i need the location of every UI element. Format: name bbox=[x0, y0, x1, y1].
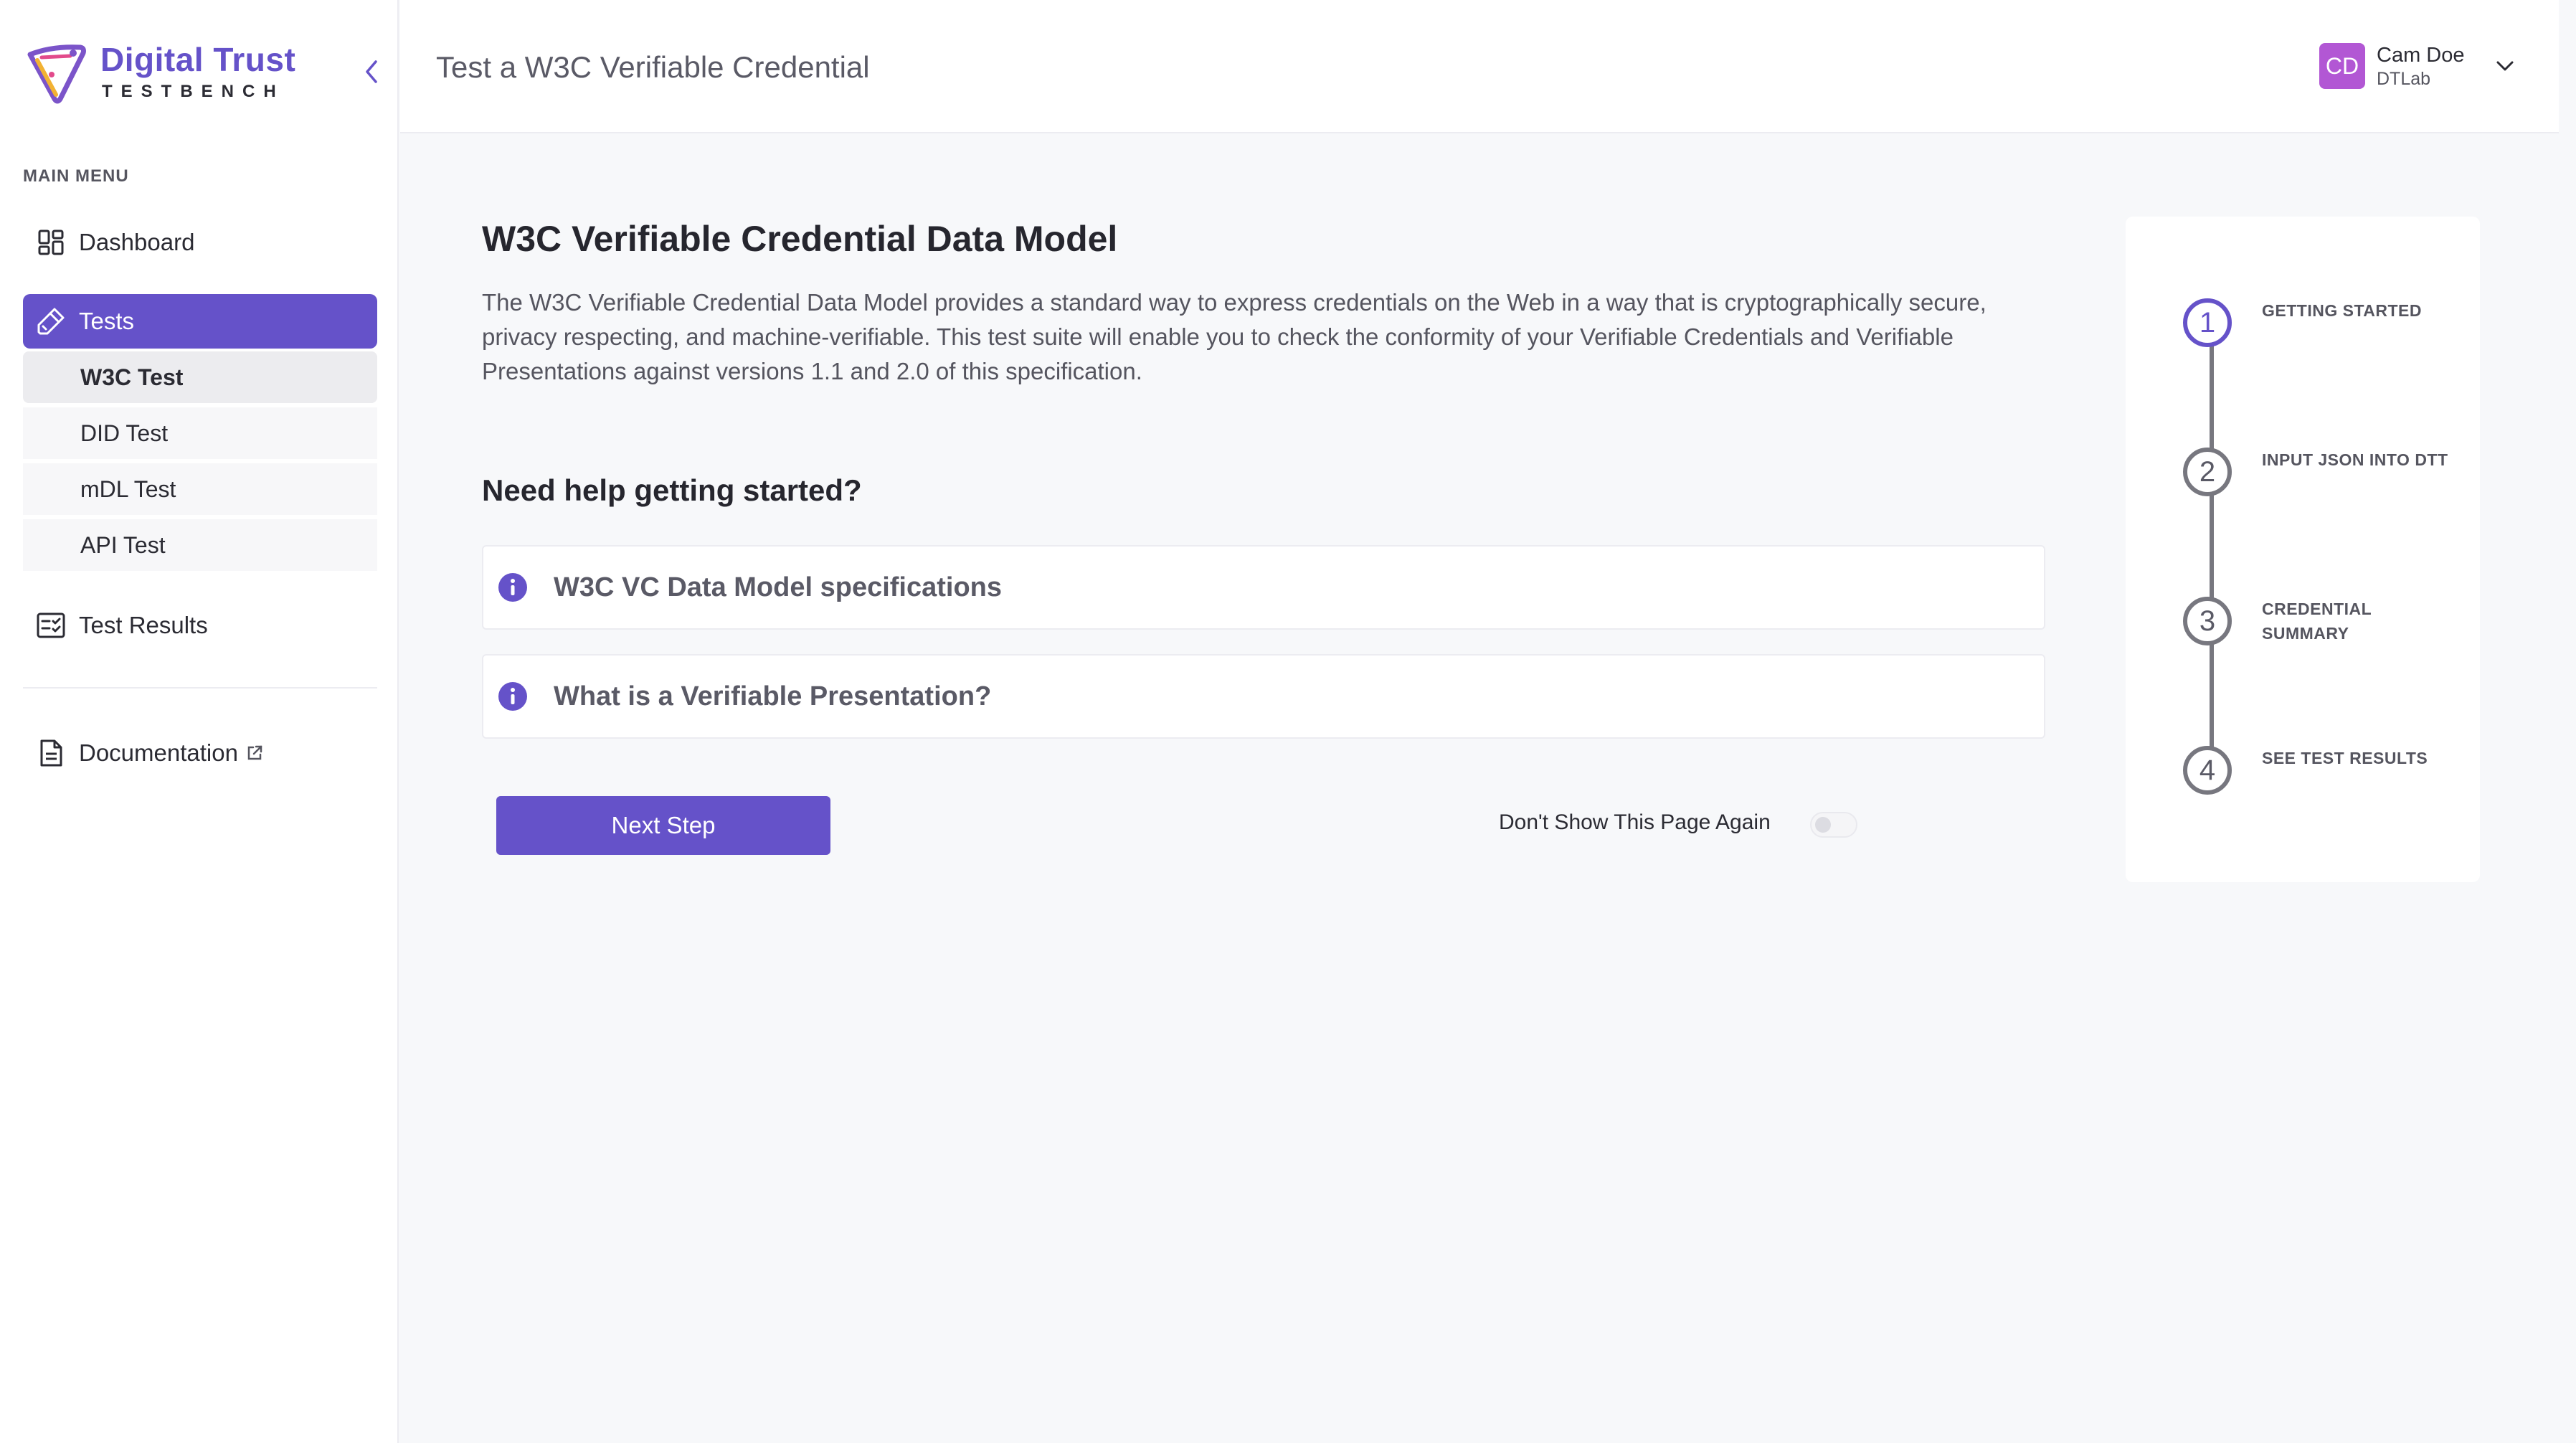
step-4-circle[interactable]: 4 bbox=[2183, 746, 2232, 795]
accordion-w3c-specs[interactable]: W3C VC Data Model specifications bbox=[482, 545, 2045, 630]
sidebar-item-documentation[interactable]: Documentation bbox=[23, 726, 377, 780]
accordion-title: What is a Verifiable Presentation? bbox=[554, 681, 992, 711]
sidebar-subitem-did-test[interactable]: DID Test bbox=[23, 407, 377, 459]
info-icon bbox=[498, 572, 528, 602]
step-2-circle[interactable]: 2 bbox=[2183, 448, 2232, 496]
accordion-title: W3C VC Data Model specifications bbox=[554, 572, 1003, 602]
document-icon bbox=[36, 738, 66, 768]
sidebar-subitem-label: DID Test bbox=[80, 420, 169, 446]
accordion-verifiable-presentation[interactable]: What is a Verifiable Presentation? bbox=[482, 654, 2045, 739]
page-title: Test a W3C Verifiable Credential bbox=[436, 50, 870, 84]
step-1-circle[interactable]: 1 bbox=[2183, 298, 2232, 347]
sidebar-subitem-mdl-test[interactable]: mDL Test bbox=[23, 463, 377, 515]
sidebar-item-label: Dashboard bbox=[79, 229, 195, 255]
chevron-left-icon bbox=[366, 60, 377, 83]
sidebar-item-label: Test Results bbox=[79, 612, 208, 638]
sidebar-subitem-label: W3C Test bbox=[80, 364, 184, 390]
user-org: DTLab bbox=[2377, 69, 2431, 89]
avatar: CD bbox=[2319, 43, 2365, 89]
sidebar-item-test-results[interactable]: Test Results bbox=[23, 598, 377, 653]
step-3-label: CREDENTIAL SUMMARY bbox=[2262, 600, 2372, 643]
sidebar-item-label: Tests bbox=[79, 308, 135, 334]
sidebar: Digital Trust TESTBENCH MAIN MENU Dashbo… bbox=[0, 0, 399, 1443]
main-menu-label: MAIN MENU bbox=[23, 166, 129, 186]
sidebar-subitem-w3c-test[interactable]: W3C Test bbox=[23, 351, 377, 403]
brand-logo[interactable]: Digital Trust TESTBENCH bbox=[23, 37, 295, 109]
sidebar-subitem-label: API Test bbox=[80, 531, 166, 558]
step-3-circle[interactable]: 3 bbox=[2183, 597, 2232, 645]
help-heading: Need help getting started? bbox=[482, 473, 862, 507]
external-link-icon bbox=[245, 744, 264, 762]
progress-stepper: 1 GETTING STARTED 2 INPUT JSON INTO DTT … bbox=[2126, 217, 2480, 882]
main-heading: W3C Verifiable Credential Data Model bbox=[482, 219, 1118, 259]
toggle-knob bbox=[1815, 817, 1831, 833]
next-step-button[interactable]: Next Step bbox=[496, 796, 830, 855]
user-info: Cam Doe DTLab bbox=[2377, 42, 2465, 90]
description: The W3C Verifiable Credential Data Model… bbox=[482, 289, 1987, 384]
brand-subtitle: TESTBENCH bbox=[102, 82, 285, 101]
user-name: Cam Doe bbox=[2377, 44, 2465, 67]
step-4-label: SEE TEST RESULTS bbox=[2262, 749, 2428, 767]
tests-icon bbox=[36, 306, 66, 336]
step-2-label: INPUT JSON INTO DTT bbox=[2262, 450, 2448, 469]
collapse-sidebar-button[interactable] bbox=[356, 56, 387, 87]
top-header: Test a W3C Verifiable Credential CD Cam … bbox=[400, 0, 2559, 133]
sidebar-item-label: Documentation bbox=[79, 739, 238, 766]
sidebar-divider bbox=[23, 687, 377, 689]
sidebar-subitem-api-test[interactable]: API Test bbox=[23, 519, 377, 571]
info-icon bbox=[498, 681, 528, 711]
brand-title: Digital Trust bbox=[100, 41, 296, 78]
test-results-icon bbox=[36, 610, 66, 640]
dont-show-label: Don't Show This Page Again bbox=[1499, 810, 1771, 834]
sidebar-item-dashboard[interactable]: Dashboard bbox=[23, 215, 377, 270]
sidebar-subitem-label: mDL Test bbox=[80, 476, 176, 502]
digital-trust-logo-icon bbox=[27, 44, 86, 104]
dont-show-toggle[interactable] bbox=[1810, 812, 1857, 838]
sidebar-item-tests[interactable]: Tests bbox=[23, 294, 377, 349]
user-menu[interactable]: CD Cam Doe DTLab bbox=[2319, 42, 2515, 90]
chevron-down-icon[interactable] bbox=[2495, 60, 2515, 72]
dashboard-icon bbox=[36, 227, 66, 257]
step-1-label: GETTING STARTED bbox=[2262, 301, 2423, 320]
